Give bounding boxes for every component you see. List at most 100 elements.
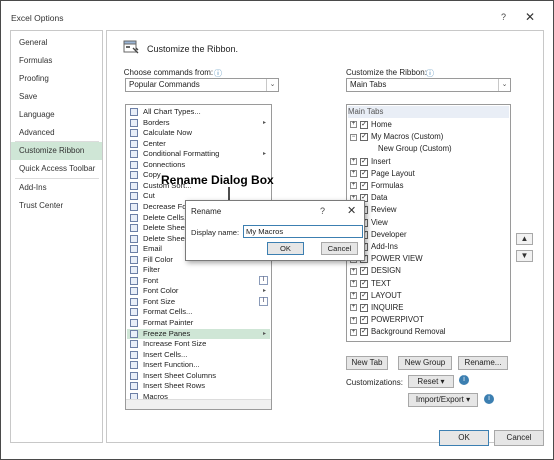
ribbon-tab-item[interactable]: + ✓ TEXT: [348, 278, 391, 290]
command-label: Copy: [143, 170, 161, 180]
collapse-icon[interactable]: −: [350, 133, 357, 141]
help-icon[interactable]: ?: [501, 12, 506, 22]
nav-item-save[interactable]: Save: [11, 88, 102, 106]
nav-item-quick-access-toolbar[interactable]: Quick Access Toolbar: [11, 160, 102, 178]
horizontal-scrollbar[interactable]: [126, 399, 271, 409]
ok-button[interactable]: OK: [439, 430, 489, 446]
ribbon-tab-item[interactable]: + ✓ Home: [348, 119, 392, 131]
move-up-button[interactable]: ▲: [516, 233, 533, 245]
command-item[interactable]: Insert Function...: [127, 360, 270, 371]
tab-checkbox[interactable]: ✓: [360, 169, 368, 178]
command-item[interactable]: Connections: [127, 160, 270, 171]
nav-item-add-ins[interactable]: Add-Ins: [11, 179, 102, 197]
ribbon-tab-item[interactable]: + ✓ Background Removal: [348, 326, 446, 338]
command-item[interactable]: Font Size I: [127, 296, 270, 308]
choose-commands-label-text: Choose commands from:: [123, 68, 214, 77]
tab-checkbox[interactable]: ✓: [360, 303, 368, 312]
nav-item-formulas[interactable]: Formulas: [11, 52, 102, 70]
command-icon: [130, 234, 138, 243]
tab-checkbox[interactable]: ✓: [360, 328, 368, 337]
tab-checkbox[interactable]: ✓: [360, 181, 368, 190]
tab-checkbox[interactable]: ✓: [360, 279, 368, 288]
command-icon: [130, 192, 138, 201]
expand-icon[interactable]: +: [350, 328, 357, 336]
command-item[interactable]: Format Cells...: [127, 307, 270, 318]
command-item[interactable]: Insert Cells...: [127, 350, 270, 361]
ribbon-tab-item[interactable]: + ✓ LAYOUT: [348, 290, 402, 302]
import-export-button[interactable]: Import/Export ▾: [408, 393, 478, 407]
command-label: Email: [143, 244, 162, 254]
expand-icon[interactable]: +: [350, 292, 357, 300]
tab-checkbox[interactable]: ✓: [360, 120, 368, 129]
command-item[interactable]: Conditional Formatting ▸: [127, 149, 270, 160]
new-tab-button[interactable]: New Tab: [346, 356, 388, 370]
command-item[interactable]: Insert Sheet Rows: [127, 381, 270, 392]
command-item[interactable]: Borders ▸: [127, 118, 270, 129]
dialog-ok-button[interactable]: OK: [267, 242, 304, 255]
rename-button[interactable]: Rename...: [458, 356, 508, 370]
expand-icon[interactable]: +: [350, 170, 357, 178]
command-icon: [130, 266, 138, 275]
expand-icon[interactable]: +: [350, 267, 357, 275]
tab-checkbox[interactable]: ✓: [360, 133, 368, 142]
command-label: Connections: [143, 159, 186, 169]
new-group-button[interactable]: New Group: [398, 356, 452, 370]
expand-icon[interactable]: +: [350, 158, 357, 166]
ribbon-tab-item[interactable]: + ✓ DESIGN: [348, 265, 401, 277]
expand-icon[interactable]: +: [350, 304, 357, 312]
command-item[interactable]: All Chart Types...: [127, 107, 270, 118]
help-icon[interactable]: ?: [320, 206, 325, 216]
customize-ribbon-dropdown[interactable]: Main Tabs ⌄: [346, 78, 511, 92]
expand-icon[interactable]: +: [350, 316, 357, 324]
nav-item-advanced[interactable]: Advanced: [11, 124, 102, 142]
choose-commands-label: CChoose commands from:: [123, 68, 214, 77]
ribbon-tab-item[interactable]: + ✓ Page Layout: [348, 168, 415, 180]
reset-button[interactable]: Reset ▾: [408, 375, 454, 388]
command-item[interactable]: Font I: [127, 275, 270, 287]
command-item[interactable]: Calculate Now: [127, 128, 270, 139]
command-icon: [130, 171, 138, 180]
nav-item-trust-center[interactable]: Trust Center: [11, 197, 102, 215]
nav-item-language[interactable]: Language: [11, 106, 102, 124]
command-item[interactable]: Format Painter: [127, 318, 270, 329]
close-icon[interactable]: ✕: [347, 204, 356, 217]
tab-checkbox[interactable]: ✓: [360, 291, 368, 300]
command-item[interactable]: Increase Font Size: [127, 339, 270, 350]
command-item[interactable]: Center: [127, 139, 270, 150]
nav-item-general[interactable]: General: [11, 34, 102, 52]
tab-checkbox[interactable]: ✓: [360, 267, 368, 276]
expand-icon[interactable]: +: [350, 280, 357, 288]
command-item[interactable]: Insert Sheet Columns: [127, 371, 270, 382]
ribbon-tab-item[interactable]: − ✓ My Macros (Custom): [348, 131, 443, 143]
command-item[interactable]: Filter: [127, 265, 270, 276]
dialog-cancel-button[interactable]: Cancel: [321, 242, 358, 255]
choose-commands-dropdown[interactable]: Popular Commands ⌄: [125, 78, 279, 92]
ribbon-tab-item[interactable]: + ✓ Formulas: [348, 180, 404, 192]
ribbon-tab-label: TEXT: [371, 278, 391, 288]
expand-icon[interactable]: +: [350, 182, 357, 190]
ribbon-tab-item[interactable]: + ✓ Insert: [348, 156, 391, 168]
command-icon: [130, 150, 138, 159]
tab-checkbox[interactable]: ✓: [360, 316, 368, 325]
info-icon: i: [459, 375, 469, 385]
move-down-button[interactable]: ▼: [516, 250, 533, 262]
ribbon-tab-item[interactable]: + ✓ INQUIRE: [348, 302, 404, 314]
command-item[interactable]: Freeze Panes ▸: [127, 328, 270, 340]
nav-item-proofing[interactable]: Proofing: [11, 70, 102, 88]
tab-checkbox[interactable]: ✓: [360, 157, 368, 166]
ribbon-tabs-tree[interactable]: Main Tabs + ✓ Home − ✓ My Macros (Custom) New …: [346, 104, 511, 342]
cancel-button[interactable]: Cancel: [494, 430, 544, 446]
command-label: Center: [143, 138, 166, 148]
ribbon-tab-item[interactable]: New Group (Custom): [348, 143, 452, 155]
rename-dialog: Rename ? ✕ Display name: My Macros OK Ca…: [185, 200, 365, 261]
command-label: Conditional Formatting: [143, 149, 220, 159]
command-icon: [130, 340, 138, 349]
expand-icon[interactable]: +: [350, 121, 357, 129]
display-name-input[interactable]: My Macros: [243, 225, 363, 238]
close-icon[interactable]: ✕: [525, 10, 535, 24]
nav-item-customize-ribbon[interactable]: Customize Ribbon: [11, 142, 102, 160]
command-icon: [130, 224, 138, 233]
ribbon-tab-item[interactable]: + ✓ POWERPIVOT: [348, 314, 424, 326]
command-item[interactable]: Font Color ▸: [127, 286, 270, 297]
ribbon-tab-label: Data: [371, 193, 388, 203]
